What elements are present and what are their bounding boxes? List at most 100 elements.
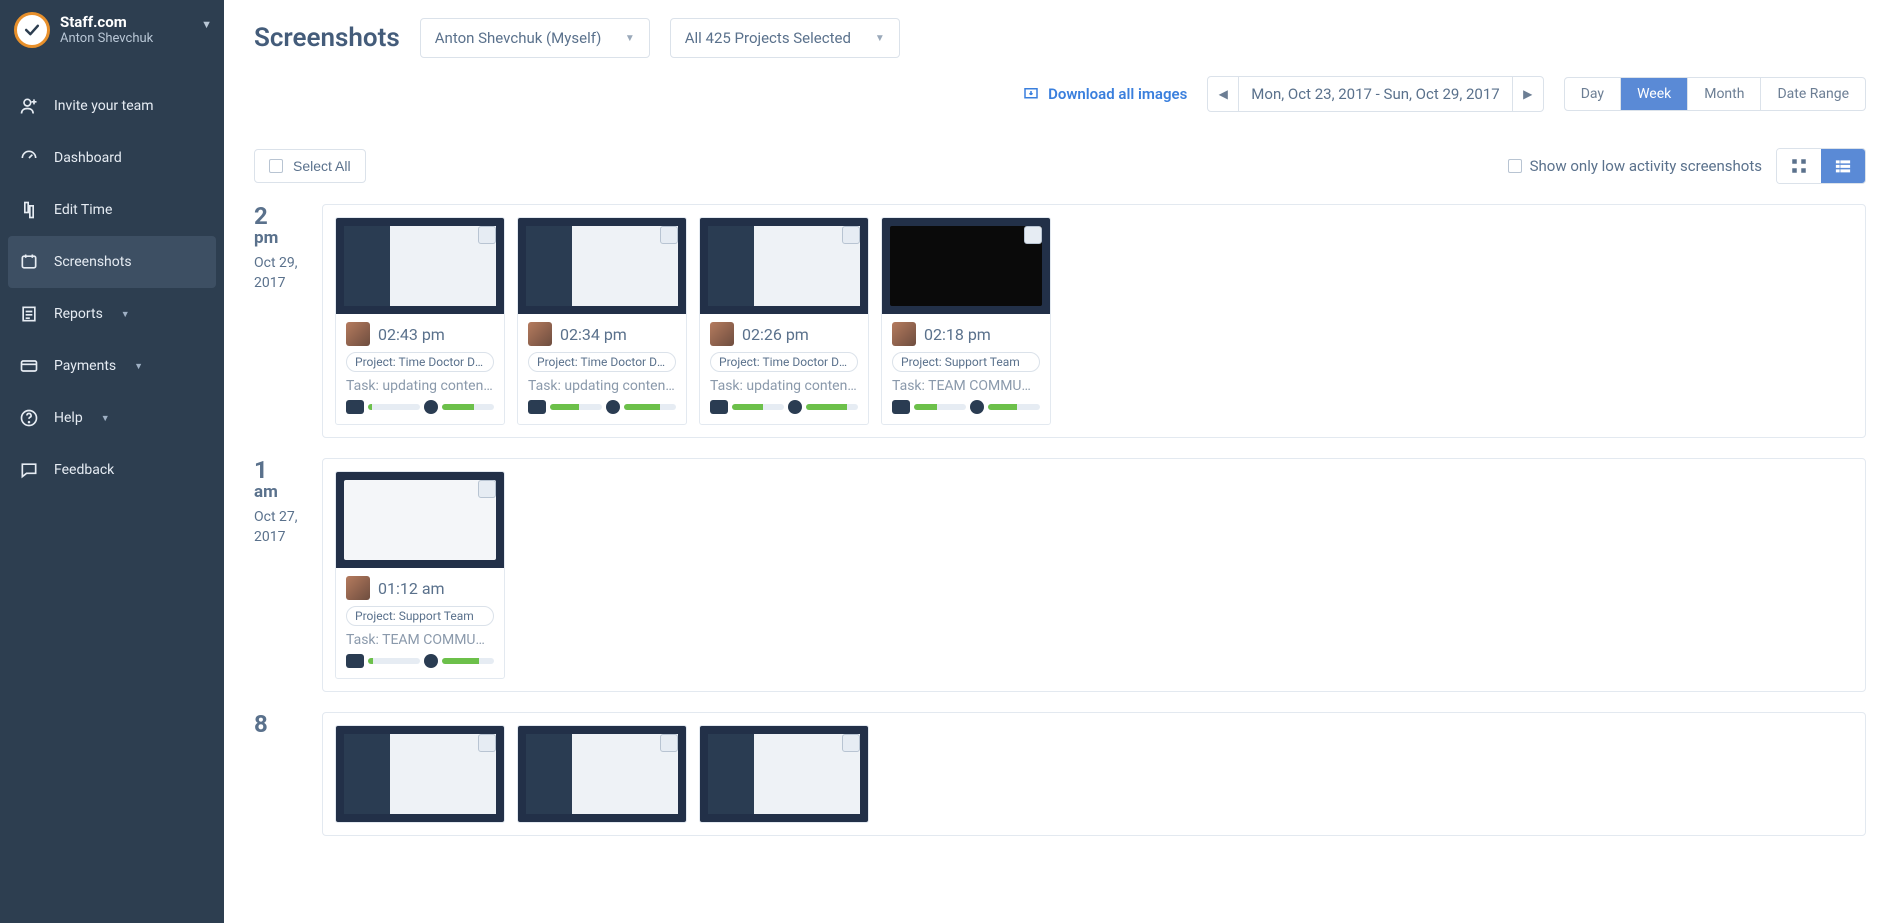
sidebar-item-label: Feedback	[54, 462, 114, 478]
project-badge: Project: Time Doctor Dev	[346, 352, 494, 372]
download-icon	[1022, 85, 1040, 103]
sidebar-item-label: Invite your team	[54, 98, 154, 114]
screenshot-card[interactable]: 01:12 amProject: Support TeamTask: TEAM …	[335, 471, 505, 679]
view-toggle	[1776, 148, 1866, 184]
project-badge: Project: Time Doctor Dev	[710, 352, 858, 372]
select-checkbox[interactable]	[478, 480, 496, 498]
period-tab-week[interactable]: Week	[1621, 78, 1688, 110]
low-activity-label: Show only low activity screenshots	[1530, 157, 1762, 175]
task-label: Task: updating content…	[528, 378, 676, 394]
task-label: Task: TEAM COMMUN…	[346, 632, 494, 648]
toolbar-row-2: Download all images ◀ Mon, Oct 23, 2017 …	[254, 76, 1866, 112]
keyboard-icon	[346, 654, 364, 668]
select-checkbox[interactable]	[478, 226, 496, 244]
download-all-link[interactable]: Download all images	[1022, 85, 1187, 103]
card-body: 02:18 pmProject: Support TeamTask: TEAM …	[882, 314, 1050, 424]
time-column: 1amOct 27, 2017	[254, 458, 304, 692]
mouse-icon	[970, 400, 984, 414]
select-checkbox[interactable]	[842, 226, 860, 244]
screenshot-card[interactable]	[517, 725, 687, 823]
screenshot-card[interactable]	[699, 725, 869, 823]
screenshot-group: 2pmOct 29, 201702:43 pmProject: Time Doc…	[254, 204, 1866, 438]
thumbnail[interactable]	[336, 472, 504, 568]
meta-row: 01:12 am	[346, 576, 494, 600]
chevron-down-icon: ▼	[134, 361, 143, 372]
feedback-icon	[18, 460, 40, 480]
screenshot-card[interactable]: 02:18 pmProject: Support TeamTask: TEAM …	[881, 217, 1051, 425]
project-select[interactable]: All 425 Projects Selected ▼	[670, 18, 900, 58]
next-date-button[interactable]: ▶	[1513, 77, 1543, 111]
screenshot-card[interactable]: 02:26 pmProject: Time Doctor DevTask: up…	[699, 217, 869, 425]
sidebar-item-help[interactable]: Help ▼	[0, 392, 224, 444]
brand-block[interactable]: Staff.com Anton Shevchuk ▼	[0, 0, 224, 60]
sidebar-item-invite[interactable]: Invite your team	[0, 80, 224, 132]
avatar	[710, 322, 734, 346]
meta-row: 02:18 pm	[892, 322, 1040, 346]
period-tab-month[interactable]: Month	[1688, 78, 1761, 110]
grid-view-button[interactable]	[1777, 149, 1821, 183]
brand-caret-icon[interactable]: ▼	[201, 18, 212, 31]
thumbnail[interactable]	[336, 726, 504, 822]
grid-icon	[1790, 157, 1808, 175]
meta-row: 02:43 pm	[346, 322, 494, 346]
select-checkbox[interactable]	[1024, 226, 1042, 244]
user-select[interactable]: Anton Shevchuk (Myself) ▼	[420, 18, 650, 58]
hour-label: 1	[254, 458, 304, 482]
main: Screenshots Anton Shevchuk (Myself) ▼ Al…	[224, 0, 1896, 923]
keyboard-bar	[732, 404, 784, 410]
mouse-bar	[442, 404, 494, 410]
mouse-icon	[606, 400, 620, 414]
project-badge: Project: Time Doctor Dev	[528, 352, 676, 372]
brand-text: Staff.com Anton Shevchuk	[60, 13, 153, 47]
sidebar-item-edit-time[interactable]: Edit Time	[0, 184, 224, 236]
date-range-label[interactable]: Mon, Oct 23, 2017 - Sun, Oct 29, 2017	[1238, 77, 1512, 111]
dashboard-icon	[18, 148, 40, 168]
thumbnail[interactable]	[882, 218, 1050, 314]
avatar	[346, 322, 370, 346]
card-body: 01:12 amProject: Support TeamTask: TEAM …	[336, 568, 504, 678]
list-view-button[interactable]	[1821, 149, 1865, 183]
activity-row	[710, 400, 858, 414]
hour-label: 8	[254, 712, 304, 736]
low-activity-toggle[interactable]: Show only low activity screenshots	[1508, 157, 1762, 175]
sidebar-item-screenshots[interactable]: Screenshots	[8, 236, 216, 288]
thumbnail[interactable]	[336, 218, 504, 314]
screenshot-card[interactable]: 02:34 pm Project: Time Doctor Dev Task: up…	[517, 217, 687, 425]
select-checkbox[interactable]	[660, 226, 678, 244]
sidebar-item-label: Help	[54, 410, 83, 426]
sidebar-item-reports[interactable]: Reports ▼	[0, 288, 224, 340]
reports-icon	[18, 304, 40, 324]
sidebar-item-dashboard[interactable]: Dashboard	[0, 132, 224, 184]
sidebar-item-label: Edit Time	[54, 202, 112, 218]
screenshot-card[interactable]: 02:43 pmProject: Time Doctor DevTask: up…	[335, 217, 505, 425]
activity-row	[346, 400, 494, 414]
chevron-down-icon: ▼	[121, 309, 130, 320]
thumbnail[interactable]	[700, 218, 868, 314]
mouse-bar	[624, 404, 676, 410]
sidebar-item-feedback[interactable]: Feedback	[0, 444, 224, 496]
thumbnail[interactable]	[518, 218, 686, 314]
select-checkbox[interactable]	[660, 734, 678, 752]
period-tab-date-range[interactable]: Date Range	[1761, 78, 1865, 110]
card-body: 02:43 pmProject: Time Doctor DevTask: up…	[336, 314, 504, 424]
hour-label: 2	[254, 204, 304, 228]
period-tab-day[interactable]: Day	[1565, 78, 1621, 110]
select-checkbox[interactable]	[478, 734, 496, 752]
screenshot-card[interactable]	[335, 725, 505, 823]
avatar	[346, 576, 370, 600]
select-all-button[interactable]: Select All	[254, 149, 366, 183]
sidebar-item-payments[interactable]: Payments ▼	[0, 340, 224, 392]
card-wrap: 02:43 pm Project: Time Doctor Dev Task: up…	[322, 204, 1866, 438]
card-body: 02:34 pm Project: Time Doctor Dev Task: up…	[518, 314, 686, 424]
time-label: 02:43 pm	[378, 325, 445, 344]
prev-date-button[interactable]: ◀	[1208, 77, 1238, 111]
time-label: 02:34 pm	[560, 325, 627, 344]
screenshots-icon	[18, 252, 40, 272]
select-checkbox[interactable]	[842, 734, 860, 752]
keyboard-bar	[368, 404, 420, 410]
thumbnail[interactable]	[700, 726, 868, 822]
select-all-label: Select All	[293, 158, 351, 174]
thumbnail[interactable]	[518, 726, 686, 822]
date-label: Oct 29, 2017	[254, 254, 304, 293]
task-label: Task: updating content…	[710, 378, 858, 394]
